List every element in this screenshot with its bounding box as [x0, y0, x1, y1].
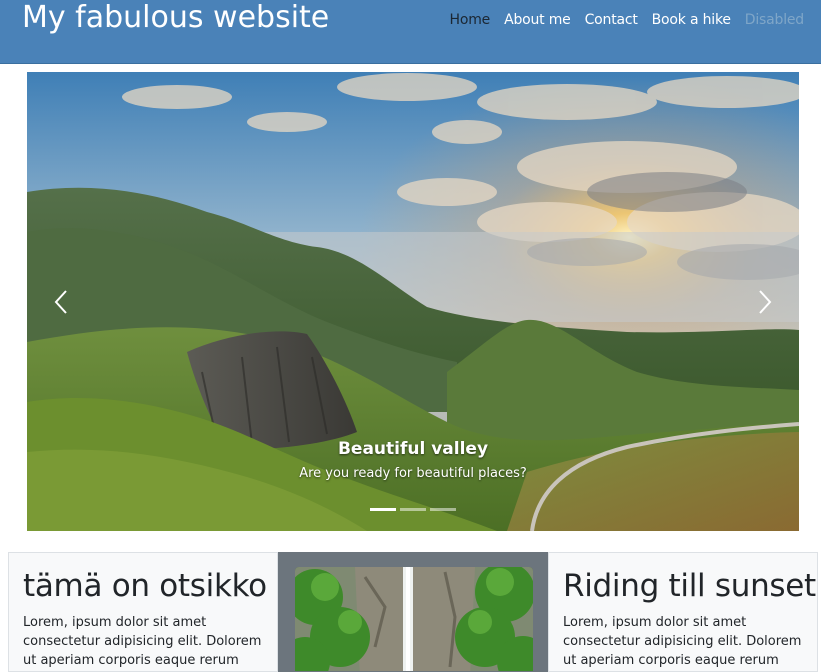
nav-link-disabled: Disabled: [744, 12, 804, 28]
carousel-caption: Beautiful valley Are you ready for beaut…: [27, 438, 799, 483]
chevron-left-icon: [54, 290, 67, 314]
card-3: Riding till sunset Lorem, ipsum dolor si…: [548, 552, 818, 672]
nav-link-home[interactable]: Home: [443, 11, 498, 29]
caption-text: Are you ready for beautiful places?: [299, 466, 527, 481]
carousel-next-button[interactable]: [745, 282, 785, 322]
carousel-prev-button[interactable]: [41, 282, 81, 322]
card-text: Lorem, ipsum dolor sit amet consectetur …: [23, 615, 262, 668]
nav-link-book-a-hike[interactable]: Book a hike: [645, 11, 738, 29]
brand-title[interactable]: My fabulous website: [22, 0, 329, 36]
carousel-indicator-1[interactable]: [370, 508, 396, 511]
waterfall-photo: [295, 567, 533, 671]
card-1: tämä on otsikko Lorem, ipsum dolor sit a…: [8, 552, 278, 672]
card-title: tämä on otsikko: [23, 568, 267, 604]
card-title: Riding till sunset: [563, 568, 816, 604]
hero-carousel: Beautiful valley Are you ready for beaut…: [27, 72, 799, 531]
nav-link-contact[interactable]: Contact: [578, 11, 645, 29]
carousel-indicators: [27, 508, 799, 511]
card-2: [278, 552, 548, 672]
carousel-indicator-3[interactable]: [430, 508, 456, 511]
nav-link-about-me[interactable]: About me: [497, 11, 578, 29]
caption-title: Beautiful valley: [337, 439, 489, 459]
carousel-indicator-2[interactable]: [400, 508, 426, 511]
card-text: Lorem, ipsum dolor sit amet consectetur …: [563, 615, 802, 668]
chevron-right-icon: [759, 290, 772, 314]
nav-links: Home About me Contact Book a hike Disabl…: [443, 11, 811, 29]
navbar: My fabulous website Home About me Contac…: [0, 0, 821, 64]
